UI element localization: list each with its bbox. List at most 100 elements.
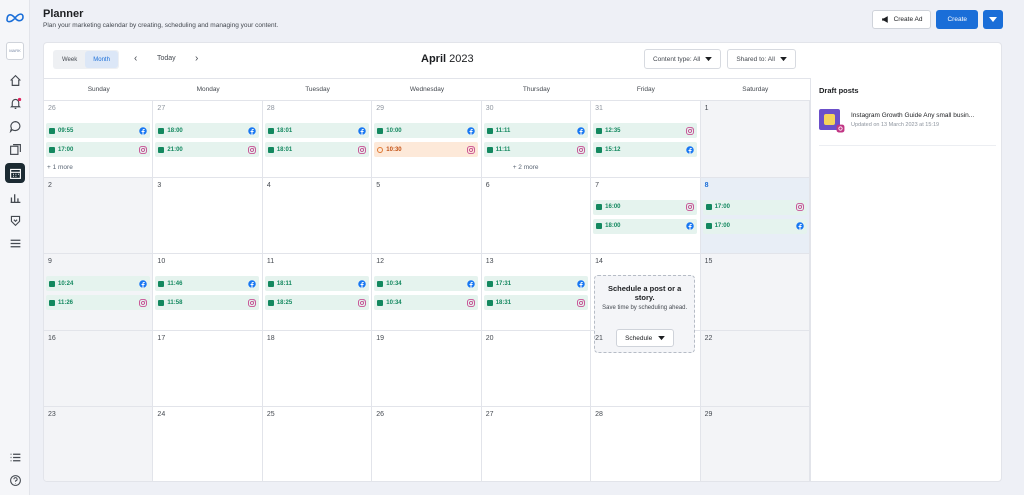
calendar-day-cell[interactable]: 9 10:24 11:26 <box>44 254 154 331</box>
scheduled-post[interactable]: 18:11 <box>264 276 369 292</box>
calendar-day-cell[interactable]: 30 11:11 11:11 + 2 more <box>481 101 592 178</box>
nav-help[interactable] <box>5 470 25 490</box>
calendar-day-cell[interactable]: 1 <box>700 101 810 178</box>
calendar-day-cell[interactable]: 8 17:00 17:00 <box>700 177 810 255</box>
nav-ads[interactable] <box>5 210 25 230</box>
calendar-day-cell[interactable]: 31 12:35 15:12 <box>591 101 701 178</box>
nav-all-tools[interactable] <box>5 447 25 467</box>
scheduled-post[interactable]: 12:35 <box>593 123 698 138</box>
scheduled-post[interactable]: 17:31 <box>483 276 588 292</box>
scheduled-post[interactable]: 11:46 <box>155 276 260 292</box>
calendar-day-cell[interactable]: 4 <box>262 177 373 255</box>
calendar-day-cell[interactable]: 28 <box>591 407 701 481</box>
post-time: 18:25 <box>276 299 293 306</box>
calendar-day-cell[interactable]: 18 <box>262 330 373 408</box>
scheduled-post[interactable]: 11:26 <box>46 295 150 311</box>
scheduled-post[interactable]: 10:34 <box>374 276 479 292</box>
facebook-icon <box>467 126 476 135</box>
scheduled-post[interactable]: 10:24 <box>46 276 150 292</box>
instagram-icon <box>248 298 257 307</box>
calendar-day-cell[interactable]: 26 <box>372 407 482 481</box>
header-actions: Create Ad Create <box>871 10 1003 29</box>
nav-insights[interactable] <box>5 187 25 207</box>
nav-menu[interactable] <box>5 233 25 253</box>
calendar-day-cell[interactable]: 26 09:55 17:00 + 1 more <box>44 101 154 178</box>
scheduled-post[interactable]: 18:01 <box>264 142 369 157</box>
calendar-day-cell[interactable]: 13 17:31 18:31 <box>481 254 592 331</box>
calendar-day-cell[interactable]: 6 <box>481 177 592 255</box>
calendar-day-cell[interactable]: 23 <box>44 407 154 481</box>
calendar-day-cell[interactable]: 17 <box>153 330 263 408</box>
scheduled-post[interactable]: 18:00 <box>593 218 698 234</box>
month-title: April 2023 <box>421 53 474 65</box>
calendar-day-cell[interactable]: 19 <box>372 330 482 408</box>
calendar-day-cell[interactable]: 7 16:00 18:00 <box>591 177 701 255</box>
calendar-day-cell[interactable]: 14 Schedule a post or a story. Save time b… <box>591 254 701 354</box>
day-number: 28 <box>266 105 275 112</box>
scheduled-post[interactable]: 10:00 <box>374 123 479 138</box>
next-month-button[interactable]: › <box>195 53 198 64</box>
day-number: 17 <box>157 334 166 342</box>
calendar-day-cell[interactable]: 27 18:00 21:00 <box>153 101 263 178</box>
scheduled-post[interactable]: 10:30 <box>374 142 479 157</box>
nav-content[interactable] <box>5 139 25 159</box>
calendar-day-cell[interactable]: 10 11:46 11:58 <box>153 254 263 331</box>
scheduled-post[interactable]: 18:25 <box>264 295 369 311</box>
scheduled-post[interactable]: 15:12 <box>593 142 698 157</box>
scheduled-post[interactable]: 17:00 <box>702 218 807 234</box>
calendar-day-cell[interactable]: 2 <box>44 177 154 255</box>
more-posts-link[interactable]: + 1 more <box>47 164 73 171</box>
scheduled-status-icon <box>267 299 274 306</box>
scheduled-post[interactable]: 11:58 <box>155 295 260 311</box>
scheduled-post[interactable]: 16:00 <box>593 199 698 215</box>
view-week-button[interactable]: Week <box>54 51 85 68</box>
calendar-day-cell[interactable]: 25 <box>263 407 373 481</box>
calendar-day-cell[interactable]: 29 <box>700 407 810 481</box>
schedule-prompt-title: Schedule a post or a story. <box>607 284 682 303</box>
calendar-day-cell[interactable]: 20 <box>481 330 592 408</box>
calendar-day-cell[interactable]: 27 <box>482 407 592 481</box>
create-ad-button[interactable]: Create Ad <box>871 10 932 29</box>
nav-planner[interactable] <box>5 163 25 183</box>
day-number: 29 <box>376 105 385 112</box>
scheduled-post[interactable]: 11:11 <box>483 142 588 157</box>
scheduled-post[interactable]: 18:31 <box>483 295 588 311</box>
calendar-day-cell[interactable]: 15 <box>700 254 810 331</box>
content-type-filter[interactable]: Content type: All <box>643 49 722 69</box>
scheduled-post[interactable]: 11:11 <box>483 123 588 138</box>
scheduled-post[interactable]: 18:01 <box>264 123 369 138</box>
draft-post-item[interactable]: Instagram Growth Guide Any small busin..… <box>819 108 997 140</box>
scheduled-post[interactable]: 18:00 <box>155 123 260 138</box>
shared-to-filter[interactable]: Shared to: All <box>727 49 796 69</box>
calendar-day-cell[interactable]: 12 10:34 10:34 <box>372 254 482 331</box>
calendar-day-cell[interactable]: 29 10:00 10:30 <box>372 101 482 178</box>
prev-month-button[interactable]: ‹ <box>134 53 137 64</box>
nav-notifications[interactable] <box>5 93 25 113</box>
nav-home[interactable] <box>5 70 25 90</box>
view-month-button[interactable]: Month <box>85 51 118 68</box>
calendar-day-cell[interactable]: 22 <box>700 330 810 408</box>
calendar-day-cell[interactable]: 11 18:11 18:25 <box>262 254 373 331</box>
scheduled-post[interactable]: 21:00 <box>155 142 260 157</box>
more-posts-link[interactable]: + 2 more <box>513 164 539 171</box>
scheduled-status-icon <box>158 280 165 287</box>
calendar-day-cell[interactable]: 16 <box>44 330 154 408</box>
scheduled-post[interactable]: 17:00 <box>46 142 150 157</box>
day-number: 21 <box>595 334 603 342</box>
instagram-icon <box>358 298 366 307</box>
nav-inbox[interactable] <box>5 116 25 136</box>
calendar-day-cell[interactable]: 5 <box>372 177 482 255</box>
page-subtitle: Plan your marketing calendar by creating… <box>43 22 279 29</box>
calendar-day-cell[interactable]: 21 <box>591 330 701 408</box>
today-button[interactable]: Today <box>157 55 176 62</box>
create-button[interactable]: Create <box>936 10 978 29</box>
scheduled-post[interactable]: 10:34 <box>374 295 479 311</box>
calendar-day-cell[interactable]: 3 <box>153 177 263 255</box>
calendar-day-cell[interactable]: 24 <box>153 407 263 481</box>
scheduled-post[interactable]: 17:00 <box>702 199 807 215</box>
calendar-day-cell[interactable]: 28 18:01 18:01 <box>262 101 373 178</box>
account-avatar[interactable]: MARK <box>6 42 24 60</box>
create-dropdown-button[interactable] <box>983 10 1003 29</box>
scheduled-post[interactable]: 09:55 <box>46 123 150 138</box>
post-time: 18:00 <box>605 223 621 230</box>
